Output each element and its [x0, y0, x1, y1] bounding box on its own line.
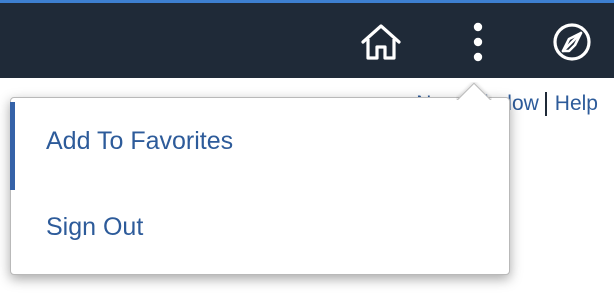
page: New Window Help Add To Favorites Sign Ou… [0, 0, 614, 306]
sign-out-label: Sign Out [46, 212, 144, 241]
compass-icon [553, 23, 591, 61]
link-separator [544, 92, 547, 116]
actions-menu-button[interactable] [450, 13, 506, 71]
add-to-favorites-item[interactable]: Add To Favorites [10, 98, 509, 190]
popup-pointer [456, 82, 492, 100]
sign-out-item[interactable]: Sign Out [11, 184, 509, 270]
help-link[interactable]: Help [555, 92, 598, 116]
home-button[interactable] [353, 13, 409, 71]
top-banner [0, 0, 614, 78]
navbar-button[interactable] [544, 13, 600, 71]
add-to-favorites-label: Add To Favorites [46, 126, 234, 155]
actions-popup-menu: Add To Favorites Sign Out [10, 97, 510, 275]
vertical-ellipsis-icon [473, 22, 483, 62]
home-icon [361, 24, 401, 60]
